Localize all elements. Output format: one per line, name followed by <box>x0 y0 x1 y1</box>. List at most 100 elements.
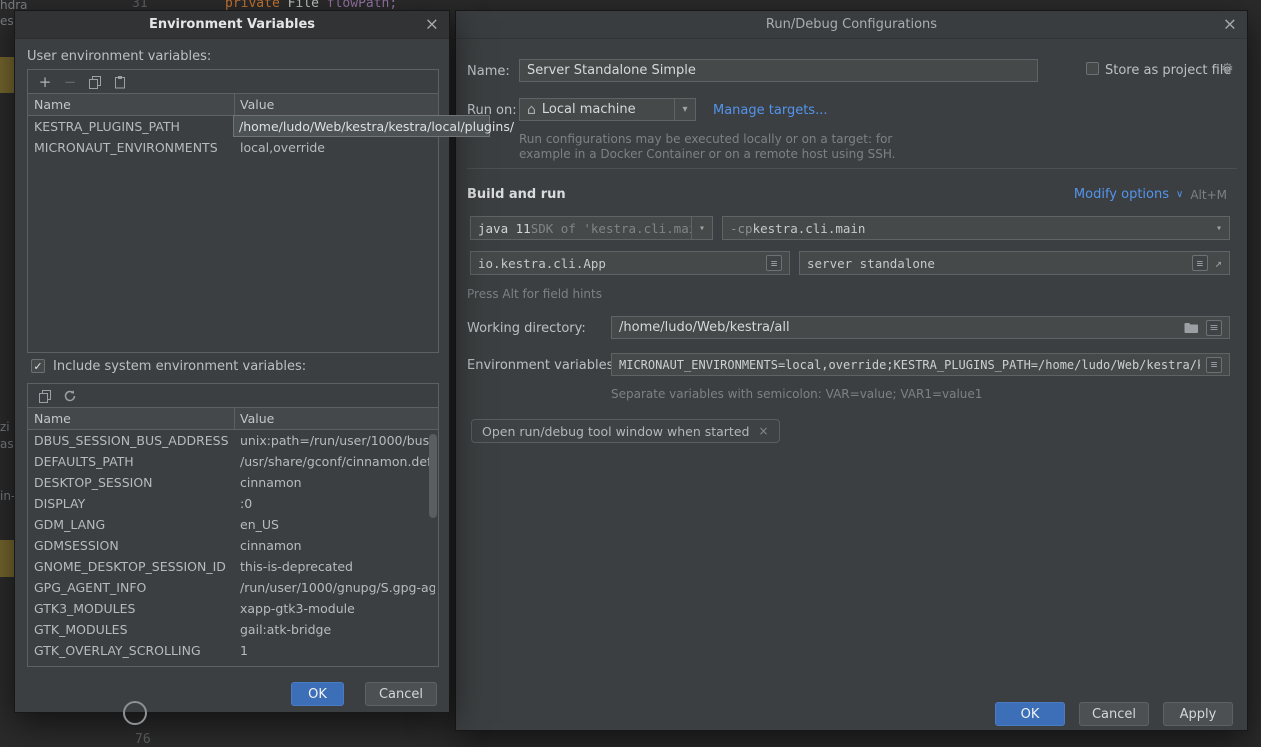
environment-variables-input[interactable]: MICRONAUT_ENVIRONMENTS=local,override;KE… <box>611 353 1230 376</box>
var-value: gail:atk-bridge <box>240 619 331 640</box>
working-directory-label: Working directory: <box>467 321 586 336</box>
jdk-description: SDK of 'kestra.cli.main' <box>531 221 691 236</box>
table-row[interactable]: GDM_LANGen_US <box>28 514 438 535</box>
apply-label: Apply <box>1180 707 1217 722</box>
include-system-vars-checkbox[interactable]: ✓ <box>31 359 45 373</box>
chip-close-icon[interactable]: × <box>758 424 768 438</box>
working-directory-icons: ≡ <box>1184 320 1222 336</box>
expand-window-icon[interactable]: ↗ <box>1215 256 1222 270</box>
var-name: GTK_MODULES <box>34 619 128 640</box>
name-value: Server Standalone Simple <box>527 63 696 78</box>
environment-variables-dialog: Environment Variables × User environment… <box>14 10 450 713</box>
run-on-help-line2: example in a Docker Container or on a re… <box>519 147 896 161</box>
var-name: KESTRA_PLUGINS_PATH <box>34 116 180 137</box>
table-row[interactable]: MICRONAUT_ENVIRONMENTS local,override <box>28 137 438 158</box>
close-icon[interactable]: × <box>425 16 439 33</box>
table-row[interactable]: GTK_MODULES gail:atk-bridge <box>28 619 438 640</box>
apply-button[interactable]: Apply <box>1163 702 1233 726</box>
house-icon: ⌂ <box>527 102 536 118</box>
main-class-value: io.kestra.cli.App <box>478 256 606 271</box>
run-on-help-line1: Run configurations may be executed local… <box>519 132 892 146</box>
chevron-down-icon: ▾ <box>1216 223 1222 234</box>
ok-button[interactable]: OK <box>995 702 1065 726</box>
column-header-name: Name <box>34 94 71 116</box>
expand-field-icon[interactable]: ≡ <box>1206 357 1222 373</box>
var-name: DISPLAY <box>34 493 85 514</box>
table-row[interactable]: DBUS_SESSION_BUS_ADDRESS unix:path=/run/u… <box>28 430 438 451</box>
table-row[interactable]: DEFAULTS_PATH/usr/share/gconf/cinnamon.d… <box>28 451 438 472</box>
editor-highlight-block <box>0 540 14 577</box>
store-as-project-file-checkbox[interactable] <box>1086 62 1099 75</box>
jdk-dropdown[interactable]: java 11 SDK of 'kestra.cli.main' ▾ <box>470 216 713 240</box>
table-row[interactable]: GTK_OVERLAY_SCROLLING 1 <box>28 640 438 661</box>
remove-icon[interactable]: − <box>62 74 78 90</box>
editor-text-fragment: es <box>0 14 14 28</box>
ok-button[interactable]: OK <box>291 682 344 706</box>
table-header: Name Value <box>28 408 438 430</box>
dialog-title: Environment Variables <box>149 17 315 32</box>
cp-flag: -cp <box>730 221 753 236</box>
screen: 31 private File flowPath; 76 hdra es zi … <box>0 0 1261 747</box>
name-input[interactable]: Server Standalone Simple <box>519 59 1038 82</box>
var-name: MICRONAUT_ENVIRONMENTS <box>34 137 218 158</box>
table-row[interactable]: GDMSESSION cinnamon <box>28 535 438 556</box>
var-value: en_US <box>240 514 279 535</box>
modify-options-shortcut: Alt+M <box>1190 188 1227 202</box>
table-row[interactable]: GTK3_MODULESxapp-gtk3-module <box>28 598 438 619</box>
classpath-dropdown[interactable]: -cp kestra.cli.main ▾ <box>722 216 1230 240</box>
run-on-dropdown[interactable]: ⌂ Local machine ▾ <box>519 98 696 121</box>
var-name: GNOME_DESKTOP_SESSION_ID <box>34 556 226 577</box>
var-value: 1 <box>240 640 248 661</box>
table-header: Name Value <box>28 94 438 116</box>
var-name: GDMSESSION <box>34 535 119 556</box>
column-header-value: Value <box>240 94 274 116</box>
environment-variables-help: Separate variables with semicolon: VAR=v… <box>611 387 982 401</box>
program-arguments-input[interactable]: server standalone ≡ ↗ <box>799 251 1230 275</box>
table-row[interactable]: GPG_AGENT_INFO/run/user/1000/gnupg/S.gpg… <box>28 577 438 598</box>
working-directory-input[interactable]: /home/ludo/Web/kestra/all ≡ <box>611 316 1230 339</box>
expand-field-icon[interactable]: ≡ <box>1206 320 1222 336</box>
var-name: DEFAULTS_PATH <box>34 451 134 472</box>
expand-field-icon[interactable]: ≡ <box>766 255 782 271</box>
add-icon[interactable]: + <box>37 74 53 90</box>
expanded-value-cell[interactable]: /home/ludo/Web/kestra/kestra/local/plugi… <box>233 115 490 137</box>
var-value: cinnamon <box>240 535 302 556</box>
cancel-button[interactable]: Cancel <box>1079 702 1149 726</box>
copy-icon[interactable] <box>87 74 103 90</box>
main-class-input[interactable]: io.kestra.cli.App ≡ <box>470 251 790 275</box>
ok-label: OK <box>308 687 327 702</box>
var-name: GTK_OVERLAY_SCROLLING <box>34 640 201 661</box>
modify-options-link[interactable]: Modify options <box>1074 187 1169 202</box>
store-as-project-file-label: Store as project file <box>1105 63 1231 78</box>
close-icon[interactable]: × <box>1223 16 1237 33</box>
scrollbar[interactable] <box>429 434 437 518</box>
var-value-expanded: /home/ludo/Web/kestra/kestra/local/plugi… <box>239 119 514 134</box>
dialog-title: Run/Debug Configurations <box>766 17 937 32</box>
paste-icon[interactable] <box>112 74 128 90</box>
chevron-down-icon: ∨ <box>1176 189 1183 200</box>
gear-icon[interactable]: ⚙ <box>1221 61 1234 77</box>
var-name: DBUS_SESSION_BUS_ADDRESS <box>34 430 229 451</box>
environment-variables-label: Environment variables: <box>467 358 618 373</box>
open-tool-window-chip[interactable]: Open run/debug tool window when started … <box>471 419 780 443</box>
var-value: cinnamon <box>240 472 302 493</box>
table-row[interactable]: GNOME_DESKTOP_SESSION_ID this-is-deprecat… <box>28 556 438 577</box>
system-env-vars-table: Name Value DBUS_SESSION_BUS_ADDRESS unix:… <box>27 383 439 667</box>
ok-label: OK <box>1021 707 1040 722</box>
cancel-button[interactable]: Cancel <box>365 682 437 706</box>
field-hints-text: Press Alt for field hints <box>467 287 602 301</box>
folder-icon[interactable] <box>1184 322 1199 334</box>
var-value: unix:path=/run/user/1000/bus <box>240 430 429 451</box>
manage-targets-link[interactable]: Manage targets... <box>713 103 827 118</box>
table-toolbar: + − <box>28 70 438 94</box>
table-row[interactable]: DISPLAY:0 <box>28 493 438 514</box>
expand-field-icon[interactable]: ≡ <box>1192 255 1208 271</box>
var-value: /usr/share/gconf/cinnamon.defa... <box>240 451 435 472</box>
var-value: this-is-deprecated <box>240 556 353 577</box>
cancel-label: Cancel <box>1092 707 1136 722</box>
include-system-vars-label: Include system environment variables: <box>53 359 306 374</box>
table-row[interactable]: DESKTOP_SESSIONcinnamon <box>28 472 438 493</box>
copy-icon[interactable] <box>37 388 53 404</box>
reload-icon[interactable] <box>62 388 78 404</box>
cp-module: kestra.cli.main <box>753 221 866 236</box>
